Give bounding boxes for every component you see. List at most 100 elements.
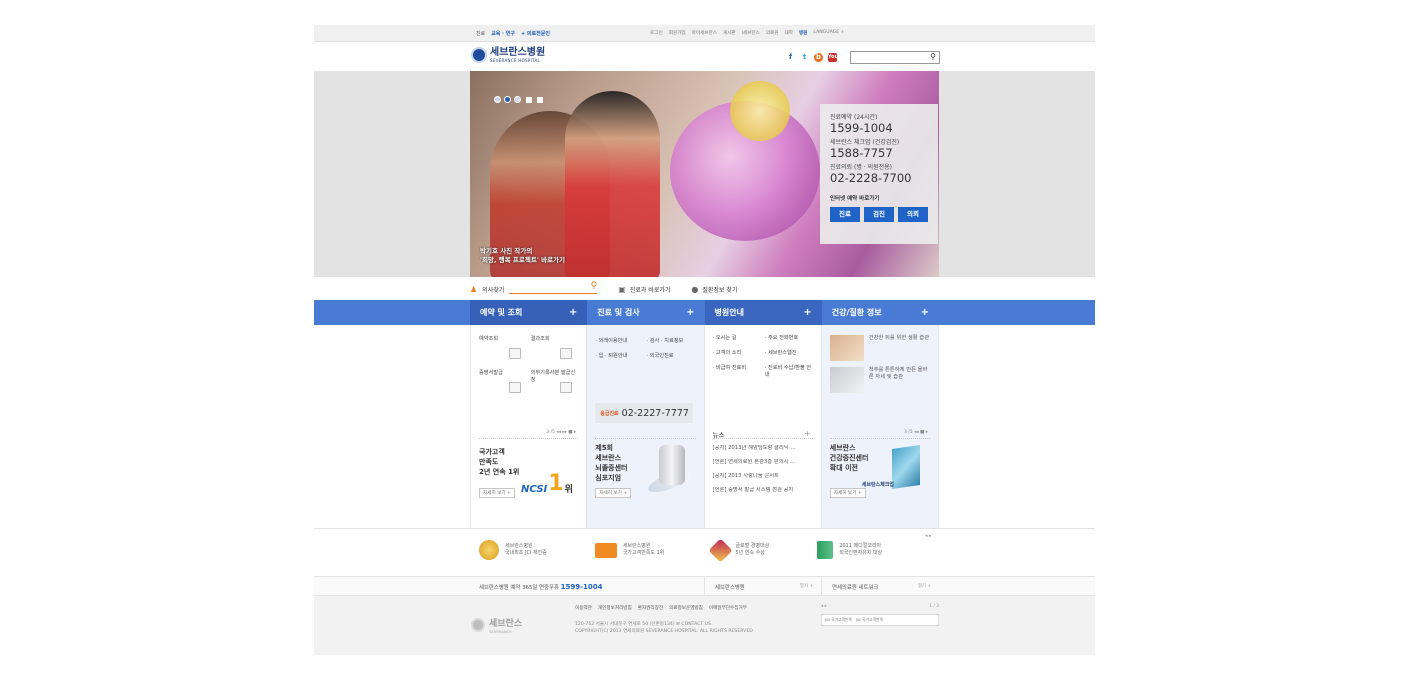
health-tip[interactable]: 척추를 튼튼하게 만든 올바른 자세 및 습관 (829, 367, 930, 393)
slider-dot-active[interactable] (504, 96, 511, 103)
youtube-icon[interactable]: You (828, 53, 838, 62)
privacy-link[interactable]: 개인정보처리방침 (598, 605, 632, 611)
tab-treatment[interactable]: 진료 및 검사 + (587, 300, 705, 325)
payment-refund-link[interactable]: · 진료비 수납/환불 안내 (765, 365, 813, 379)
plus-icon[interactable]: + (569, 307, 577, 318)
search-icon[interactable]: ⚲ (591, 281, 598, 291)
pen-icon (560, 382, 573, 393)
disease-info-shortcut[interactable]: ● 질환정보 찾기 (691, 285, 737, 294)
hero-banner[interactable]: 박기호 사진 작가의 '희망, 행복 프로젝트' 바로가기 진료예약 (24시간… (470, 71, 939, 277)
non-covered-cost-link[interactable]: · 비급여 진료비 (713, 365, 761, 379)
info-row: 세브란스병원 예약 365일 연중무휴 1599-1004 세브란스병원 열기 … (314, 576, 1095, 596)
news-item[interactable]: [공지] 2013 사랑나눔 콘서트 (713, 473, 813, 480)
certificate-link[interactable]: 증명서발급 (479, 369, 527, 393)
tab-hospital-guide[interactable]: 병원안내 + (704, 300, 822, 325)
news-item[interactable]: [언론] 연세의료원 본관3층 편의시 ... (713, 459, 813, 466)
plus-icon[interactable]: + (686, 307, 694, 318)
login-link[interactable]: 로그인 (650, 30, 663, 36)
twitter-icon[interactable]: t (800, 53, 809, 62)
more-button[interactable]: 자세히 보기 + (595, 488, 632, 498)
tab-health-info[interactable]: 건강/질환 정보 + (821, 300, 939, 325)
slider-dot[interactable] (514, 96, 521, 103)
health-tip-image (829, 335, 864, 361)
utility-bar: 진료 교육 · 연구 + 의료전문인 로그인 회원가입 마이세브란스 게시판 l… (314, 25, 1095, 42)
patient-rights-link[interactable]: 환자권리장전 (638, 605, 663, 611)
family-site-severance[interactable]: 세브란스병원 열기 + (704, 577, 821, 596)
document-icon (560, 348, 573, 359)
slider-play-icon[interactable] (537, 96, 543, 103)
email-refusal-link[interactable]: 이메일무단수집거부 (709, 605, 747, 611)
exam-treatment-link[interactable]: · 검사 · 치료정보 (646, 337, 695, 344)
l-severance-link[interactable]: l세브란스 (742, 30, 760, 36)
outpatient-guide-link[interactable]: · 외래이용안내 (595, 337, 644, 344)
terms-link[interactable]: 이용약관 (575, 605, 592, 611)
hero-slider-dots (494, 96, 543, 103)
admission-guide-link[interactable]: · 입 · 퇴원안내 (595, 352, 644, 359)
main-nav: 예약 및 조회 + 진료 및 검사 + 병원안내 + 건강/질환 정보 + (470, 300, 939, 325)
reserve-referral-button[interactable]: 의뢰 (898, 207, 928, 222)
news-item[interactable]: [공지] 2013년 해양딩도랑 클리닉 ... (713, 445, 813, 452)
promo-pager[interactable]: 3 /5 ◂◂ ▸▸ ■ ▸ (546, 430, 576, 435)
divider (829, 438, 930, 439)
promo-pager[interactable]: 3 /5 ◂◂ ■ ▸ (904, 430, 928, 435)
webzine-link[interactable]: · 세브란스웹진 (765, 350, 813, 357)
health-tip[interactable]: 건강한 뒤를 위한 생활 습관 (829, 335, 930, 361)
phone-numbers-link[interactable]: · 주요 전화번호 (765, 335, 813, 342)
banner-item[interactable]: JW 국가고객만족 (856, 617, 883, 623)
util-link-professional[interactable]: + 의료전문인 (521, 30, 550, 37)
reservation-info-box: 진료예약 (24시간) 1599-1004 세브란스 체크업 (건강검진) 15… (820, 104, 938, 244)
medical-center-link[interactable]: 의료원 (766, 30, 779, 36)
hospital-link[interactable]: 병원 (799, 30, 807, 36)
util-link-care[interactable]: 진료 (476, 30, 485, 37)
reservation-lookup-link[interactable]: 예약조회 (479, 335, 527, 359)
language-select[interactable]: LANGUAGE + (813, 30, 844, 36)
award-jci[interactable]: 세브란스병원 국내최초 JCI 재인증 (479, 540, 547, 560)
result-lookup-link[interactable]: 결과조회 (531, 335, 579, 359)
slider-dot[interactable] (494, 96, 501, 103)
my-severance-link[interactable]: 마이세브란스 (692, 30, 717, 36)
sns-links: f t b You (786, 53, 838, 62)
news-item[interactable]: [언론] 증명서 발급 시스템 점검 공지 (713, 487, 813, 494)
reserve-checkup-button[interactable]: 검진 (864, 207, 894, 222)
blog-icon[interactable]: b (814, 53, 823, 62)
awards-pager[interactable]: ◂ ▸ (925, 533, 932, 539)
medical-record-link[interactable]: 의무기록사본 발급신청 (531, 369, 579, 393)
plus-icon[interactable]: + (921, 307, 929, 318)
plus-icon[interactable]: + (803, 307, 811, 318)
directions-link[interactable]: · 오시는 길 (713, 335, 761, 342)
util-link-edu-research[interactable]: 교육 · 연구 (491, 30, 515, 37)
logo[interactable]: 세브란스병원 SEVERANCE HOSPITAL (471, 47, 545, 63)
search-input[interactable]: ⚲ (850, 51, 940, 64)
hero-caption[interactable]: 박기호 사진 작가의 '희망, 행복 프로젝트' 바로가기 (480, 247, 565, 265)
banner-item[interactable]: JW 국가고객만족 (825, 617, 852, 623)
family-site-network[interactable]: 연세의료원 네트워크 열기 + (821, 577, 939, 596)
more-button[interactable]: 자세히 보기 + (479, 488, 515, 498)
news-heading: 뉴스 (712, 431, 725, 439)
reserve-label: 진료예약 (24시간) (830, 114, 878, 121)
university-link[interactable]: 대학 (785, 30, 793, 36)
customer-voice-link[interactable]: · 고객의 소리 (713, 350, 761, 357)
award-medical-korea[interactable]: 2011 메디컬코리아 외국인환자유치 대상 (817, 540, 882, 560)
banner-nav[interactable]: ◂ ▸ (821, 604, 827, 609)
award-global[interactable]: 글로벌 경영대상 5년 연속 수상 (708, 537, 769, 563)
search-icon[interactable]: ⚲ (930, 52, 936, 61)
dept-shortcut[interactable]: ▣ 진료과 바로가기 (618, 285, 670, 294)
award-ncsi[interactable]: 세브란스병원 국가고객만족도 1위 (594, 540, 664, 560)
open-toggle[interactable]: 열기 + (918, 583, 931, 589)
news-more-icon[interactable]: + (804, 429, 811, 438)
slider-pause-icon[interactable] (526, 96, 532, 103)
stroke-symposium-promo: 제5회 세브란스 뇌졸중센터 심포지엄 (595, 444, 628, 482)
signup-link[interactable]: 회원가입 (669, 30, 686, 36)
reserve-tel: 1599-1004 (560, 583, 603, 591)
facebook-icon[interactable]: f (786, 53, 795, 62)
reserve-care-button[interactable]: 진료 (830, 207, 860, 222)
open-toggle[interactable]: 열기 + (800, 583, 813, 589)
ncsi-promo-text: 국가고객 만족도 2년 연속 1위 (479, 448, 520, 476)
jci-medal-icon (479, 540, 499, 560)
tab-reservation[interactable]: 예약 및 조회 + (470, 300, 588, 325)
foreigner-care-link[interactable]: · 외국인진료 (646, 352, 695, 359)
find-doctor-input[interactable]: ⚲ (509, 281, 598, 294)
more-button[interactable]: 자세히 보기 + (829, 488, 866, 498)
medical-info-policy-link[interactable]: 의료정보운영방침 (669, 605, 703, 611)
board-link[interactable]: 게시판 (723, 30, 736, 36)
